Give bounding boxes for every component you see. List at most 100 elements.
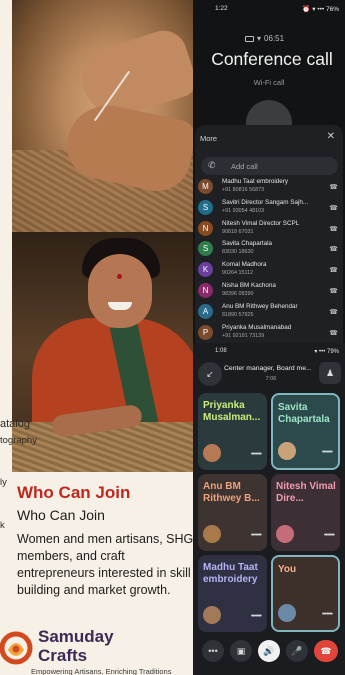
hang-up-icon[interactable]: ☎ <box>329 183 338 191</box>
participant-name: Madhu Taat embroidery <box>222 178 289 185</box>
craft-poster: atalog tography ly k Who Can Join Who Ca… <box>0 0 193 675</box>
more-sheet: More ✕ ✆ Add call M Madhu Taat embroidery… <box>195 125 343 343</box>
cut-text-tography: tography <box>0 435 37 446</box>
samuday-logo-icon <box>0 631 33 665</box>
participant-row[interactable]: K Komal Madhora 90264 15112 ☎ <box>195 260 343 281</box>
call-timer: ▾ 06:51 <box>245 34 284 43</box>
participant-name: Nitesh Vimal Director SCPL <box>222 219 300 227</box>
status-icons: ▾ ••• 79% <box>314 349 339 355</box>
participant-row[interactable]: A Anu BM Rithwey Behendar 81890 57925 ☎ <box>195 302 343 323</box>
brand-tagline: Empowering Artisans, Enriching Tradition… <box>31 667 172 675</box>
status-bar: 1:22 ⏰ ▾ ••• 76% <box>193 0 345 16</box>
participant-row[interactable]: N Nisha BM Kachona 98396 08390 ☎ <box>195 281 343 302</box>
audio-level-icon: ••••••• <box>323 532 335 539</box>
add-call-button[interactable]: ✆ Add call <box>201 157 338 175</box>
participant-avatar: P <box>198 324 213 340</box>
participant-number: 90818 67031 <box>222 228 254 235</box>
brand-name-line1: Samuday <box>38 627 114 646</box>
sheet-title: More <box>200 134 218 143</box>
conference-call-screen: 1:22 ⏰ ▾ ••• 76% ▾ 06:51 Conference call … <box>193 0 345 343</box>
call-title: Conference call <box>211 49 333 69</box>
tile-name: Anu BM Rithwey B... <box>203 481 260 504</box>
participant-number: 83030 18630 <box>222 249 254 256</box>
participant-avatar: N <box>198 282 213 298</box>
tile-avatar <box>203 444 221 462</box>
participant-number: +91 92191 73139 <box>222 332 265 339</box>
participant-list: M Madhu Taat embroidery +91 80816 56873 ☎ S S… <box>195 177 343 343</box>
audio-level-icon: ••••••• <box>250 532 262 539</box>
tile-avatar <box>278 442 296 460</box>
participant-number: 90264 15112 <box>222 270 254 277</box>
audio-level-icon: ••••••• <box>321 449 333 456</box>
participant-row[interactable]: S Savita Chapartala 83030 18630 ☎ <box>195 239 343 260</box>
participant-tile[interactable]: Priyanka Musalman... ••••••• <box>198 393 267 470</box>
participant-row[interactable]: N Nitesh Vimal Director SCPL 90818 67031 ☎ <box>195 219 343 240</box>
hang-up-icon[interactable]: ☎ <box>329 225 338 233</box>
participant-number: 98396 08390 <box>222 290 254 297</box>
participant-row[interactable]: M Madhu Taat embroidery +91 80816 56873 ☎ <box>195 177 343 198</box>
tile-avatar <box>203 606 221 624</box>
hd-icon <box>245 35 254 42</box>
participant-tile[interactable]: You ••••••• <box>271 555 340 632</box>
cut-text-catalog: atalog <box>0 418 30 430</box>
participant-name: Priyanka Musalmanabad <box>222 323 292 331</box>
status-bar: 1:08 ▾ ••• 79% <box>193 343 345 357</box>
close-icon[interactable]: ✕ <box>327 131 335 142</box>
collapse-icon[interactable]: ↙ <box>198 362 222 386</box>
hang-up-icon[interactable]: ☎ <box>329 287 338 295</box>
hang-up-icon[interactable]: ☎ <box>329 308 338 316</box>
camera-off-icon[interactable]: ▣ <box>230 640 252 662</box>
hang-up-icon[interactable]: ☎ <box>329 245 338 253</box>
meeting-time: 7:06 <box>265 376 277 382</box>
tile-name: Madhu Taat embroidery <box>203 562 258 585</box>
participant-avatar: N <box>198 220 213 236</box>
participant-row[interactable]: P Priyanka Musalmanabad +91 92191 73139 ☎ <box>195 323 343 343</box>
screen: atalog tography ly k Who Can Join Who Ca… <box>0 0 345 675</box>
people-icon[interactable]: ♟ <box>319 362 341 384</box>
wifi-icon: ▾ <box>257 34 262 43</box>
speaker-icon[interactable]: 🔊 <box>258 640 280 662</box>
tile-name: Savita Chapartala <box>278 402 330 425</box>
tile-name: You <box>278 564 297 575</box>
participant-tile[interactable]: Nitesh Vimal Dire... ••••••• <box>271 474 340 551</box>
audio-level-icon: ••••••• <box>250 613 262 620</box>
who-can-join-body: Women and men artisans, SHG members, and… <box>17 532 193 597</box>
hands-stitching-photo <box>12 0 193 232</box>
participant-avatar: S <box>198 199 213 215</box>
who-can-join-subheading: Who Can Join <box>17 507 105 523</box>
status-icons: ⏰ ▾ ••• 76% <box>302 6 339 13</box>
participant-tile[interactable]: Madhu Taat embroidery ••••••• <box>198 555 267 632</box>
add-call-label: Add call <box>231 162 258 171</box>
audio-level-icon: ••••••• <box>321 611 333 618</box>
who-can-join-heading: Who Can Join <box>17 483 131 502</box>
participant-name: Anu BM Rithwey Behendar <box>222 302 298 310</box>
tile-name: Nitesh Vimal Dire... <box>276 481 336 504</box>
more-options-button[interactable]: ••• <box>202 640 224 662</box>
participant-tile[interactable]: Anu BM Rithwey B... ••••••• <box>198 474 267 551</box>
participant-name: Savita Chapartala <box>222 240 273 248</box>
mic-off-icon[interactable]: 🎤 <box>286 640 308 662</box>
tile-avatar <box>276 525 294 543</box>
call-duration: 06:51 <box>264 34 285 43</box>
meeting-header: ↙ Center manager, Board me... 7:06 ♟ <box>193 359 345 389</box>
participant-tile[interactable]: Savita Chapartala ••••••• <box>271 393 340 470</box>
hang-up-icon[interactable]: ☎ <box>329 204 338 212</box>
brand-name-line2: Crafts <box>38 646 88 665</box>
participant-name: Komal Madhora <box>222 261 267 269</box>
cut-text-k: k <box>0 520 5 531</box>
cut-text-ly: ly <box>0 477 7 488</box>
end-call-icon[interactable]: ☎ <box>314 640 338 662</box>
participant-row[interactable]: S Savitri Director Sangam Sajh... +91 9305… <box>195 198 343 219</box>
call-subtitle: Wi-Fi call <box>253 78 285 87</box>
participant-name: Nisha BM Kachona <box>222 281 276 289</box>
meeting-title: Center manager, Board me... <box>224 365 312 372</box>
participant-avatar: A <box>198 303 213 319</box>
video-meeting-screen: 1:08 ▾ ••• 79% ↙ Center manager, Board m… <box>193 343 345 675</box>
tile-avatar <box>203 525 221 543</box>
participant-avatar: K <box>198 262 213 278</box>
hang-up-icon[interactable]: ☎ <box>329 329 338 337</box>
tile-name: Priyanka Musalman... <box>203 400 261 423</box>
participant-number: +91 80816 56873 <box>222 187 265 193</box>
hang-up-icon[interactable]: ☎ <box>329 266 338 274</box>
participant-name: Savitri Director Sangam Sajh... <box>222 198 309 206</box>
